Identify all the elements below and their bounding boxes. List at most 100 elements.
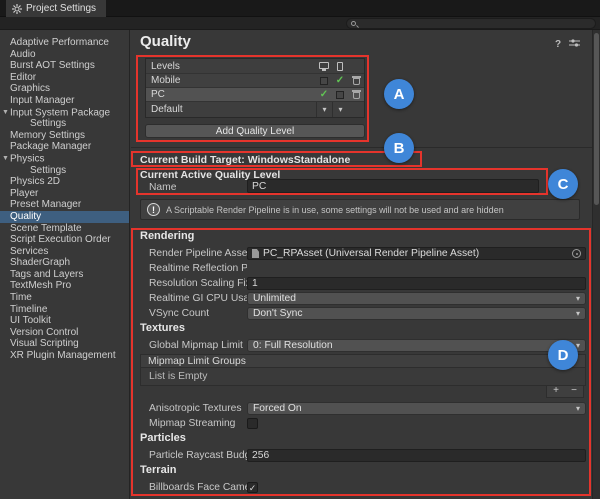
divider <box>131 147 592 148</box>
scrollbar-thumb[interactable] <box>594 33 599 205</box>
sidebar-item-preset-manager[interactable]: Preset Manager <box>0 199 129 211</box>
presets-sliders-icon <box>569 38 580 48</box>
sidebar-item-audio[interactable]: Audio <box>0 49 129 61</box>
level-checkbox[interactable] <box>336 91 344 99</box>
quality-name-field[interactable] <box>247 179 539 193</box>
chevron-down-icon: ▾ <box>576 310 580 318</box>
dropdown-value: 0: Full Resolution <box>253 340 333 351</box>
row-label: Render Pipeline Asset <box>140 248 247 259</box>
sidebar-item-physics[interactable]: ▼Physics <box>0 153 129 165</box>
chevron-down-icon: ▾ <box>576 295 580 303</box>
settings-row: Render Pipeline AssetPC_RPAsset (Univers… <box>140 247 586 260</box>
sidebar-item-adaptive-performance[interactable]: Adaptive Performance <box>0 37 129 49</box>
sidebar-item-label: Audio <box>10 49 36 60</box>
sidebar-item-input-system-package[interactable]: ▼Input System Package <box>0 107 129 119</box>
sidebar-item-editor[interactable]: Editor <box>0 72 129 84</box>
sidebar-item-ui-toolkit[interactable]: UI Toolkit <box>0 315 129 327</box>
tab-project-settings[interactable]: Project Settings <box>6 0 106 17</box>
current-build-target: Current Build Target: WindowsStandalone <box>140 154 350 166</box>
sidebar-item-version-control[interactable]: Version Control <box>0 327 129 339</box>
sidebar-item-graphics[interactable]: Graphics <box>0 83 129 95</box>
sidebar-item-visual-scripting[interactable]: Visual Scripting <box>0 338 129 350</box>
sidebar-item-settings[interactable]: Settings <box>0 118 129 130</box>
sidebar-item-physics-2d[interactable]: Physics 2D <box>0 176 129 188</box>
mipmap-streaming-checkbox[interactable] <box>247 418 258 429</box>
sidebar-item-services[interactable]: Services <box>0 246 129 258</box>
sidebar-item-label: Editor <box>10 72 36 83</box>
sidebar-item-label: Memory Settings <box>10 130 85 141</box>
global-mipmap-limit-dropdown[interactable]: 0: Full Resolution ▾ <box>247 339 586 352</box>
quality-level-row-pc[interactable]: PC ✓ <box>146 87 364 101</box>
trash-icon[interactable] <box>353 92 360 99</box>
sidebar-item-label: Timeline <box>10 304 47 315</box>
desktop-platform-icon <box>319 62 329 69</box>
default-quality-row: Default▾▾ <box>146 101 364 117</box>
render-pipeline-asset-object-field[interactable]: PC_RPAsset (Universal Render Pipeline As… <box>247 247 586 260</box>
sidebar-item-label: Services <box>10 246 48 257</box>
level-checkbox[interactable] <box>320 77 328 85</box>
sidebar-item-label: Script Execution Order <box>10 234 111 245</box>
sidebar-item-textmesh-pro[interactable]: TextMesh Pro <box>0 280 129 292</box>
sidebar-item-player[interactable]: Player <box>0 188 129 200</box>
sidebar-item-script-execution-order[interactable]: Script Execution Order <box>0 234 129 246</box>
sidebar-item-label: Adaptive Performance <box>10 37 109 48</box>
sidebar-item-quality[interactable]: Quality <box>0 211 129 223</box>
mipmap-limit-groups-list: List is Empty <box>140 368 586 386</box>
search-input[interactable] <box>359 19 591 28</box>
add-item-button[interactable]: + <box>547 386 565 397</box>
check-icon[interactable]: ✓ <box>336 76 344 86</box>
add-quality-level-button[interactable]: Add Quality Level <box>145 124 365 138</box>
presets-icon[interactable] <box>569 38 580 51</box>
remove-item-button[interactable]: − <box>565 386 583 397</box>
chevron-down-icon[interactable]: ▾ <box>338 106 342 114</box>
search-box[interactable] <box>346 18 596 29</box>
row-label: Anisotropic Textures <box>140 403 247 414</box>
sidebar-item-time[interactable]: Time <box>0 292 129 304</box>
resolution-scaling-fixed-dpi-factor-field[interactable] <box>247 277 586 290</box>
level-name: Mobile <box>151 75 316 86</box>
sidebar-item-label: Time <box>10 292 32 303</box>
chevron-down-icon: ▾ <box>576 405 580 413</box>
sidebar-item-settings[interactable]: Settings <box>0 165 129 177</box>
sidebar-list: Adaptive PerformanceAudioBurst AOT Setti… <box>0 37 129 362</box>
settings-row: Mipmap Streaming <box>140 417 586 430</box>
sidebar-item-scene-template[interactable]: Scene Template <box>0 223 129 235</box>
sidebar-item-label: TextMesh Pro <box>10 280 71 291</box>
quality-panel: Quality ? ⋮ LevelsMobile✓PC✓Default▾▾ Ad… <box>131 30 592 499</box>
help-icon[interactable]: ? <box>555 40 561 50</box>
sidebar-item-memory-settings[interactable]: Memory Settings <box>0 130 129 142</box>
realtime-gi-cpu-usage-dropdown[interactable]: Unlimited ▾ <box>247 292 586 305</box>
foldout-arrow-icon[interactable]: ▼ <box>2 107 10 119</box>
sidebar-item-package-manager[interactable]: Package Manager <box>0 141 129 153</box>
sidebar-item-input-manager[interactable]: Input Manager <box>0 95 129 107</box>
check-icon[interactable]: ✓ <box>320 90 328 100</box>
gear-icon <box>12 4 22 14</box>
sidebar-item-label: Visual Scripting <box>10 338 79 349</box>
object-picker-icon[interactable] <box>572 249 581 258</box>
sidebar-item-label: XR Plugin Management <box>10 350 116 361</box>
particle-raycast-budget-field[interactable] <box>247 449 586 462</box>
sidebar-item-tags-and-layers[interactable]: Tags and Layers <box>0 269 129 281</box>
settings-row: Resolution Scaling Fixed DPI Factor <box>140 277 586 290</box>
sidebar-item-burst-aot-settings[interactable]: Burst AOT Settings <box>0 60 129 72</box>
sidebar-item-shadergraph[interactable]: ShaderGraph <box>0 257 129 269</box>
sidebar-item-xr-plugin-management[interactable]: XR Plugin Management <box>0 350 129 362</box>
sidebar-item-timeline[interactable]: Timeline <box>0 304 129 316</box>
chevron-down-icon[interactable]: ▾ <box>322 106 326 114</box>
dropdown-value: Unlimited <box>253 293 296 304</box>
anisotropic-textures-dropdown[interactable]: Forced On▾ <box>247 402 586 415</box>
section-header-particles: Particles <box>140 432 586 445</box>
row-label: Particle Raycast Budget <box>140 450 247 461</box>
sidebar-item-label: Settings <box>30 165 66 176</box>
quality-level-row-mobile[interactable]: Mobile ✓ <box>146 73 364 87</box>
vertical-scrollbar[interactable] <box>592 30 600 499</box>
mipmap-limit-groups-header[interactable]: Mipmap Limit Groups <box>140 354 586 368</box>
trash-icon[interactable] <box>353 78 360 85</box>
row-label: Mipmap Streaming <box>140 418 247 429</box>
billboards-face-camera-position-checkbox[interactable]: ✓ <box>247 482 258 493</box>
vsync-count-dropdown[interactable]: Don't Sync▾ <box>247 307 586 320</box>
settings-row: Billboards Face Camera Position✓ <box>140 481 586 494</box>
chevron-down-icon: ▾ <box>576 342 580 350</box>
foldout-arrow-icon[interactable]: ▼ <box>2 153 10 165</box>
level-name: PC <box>151 89 316 100</box>
